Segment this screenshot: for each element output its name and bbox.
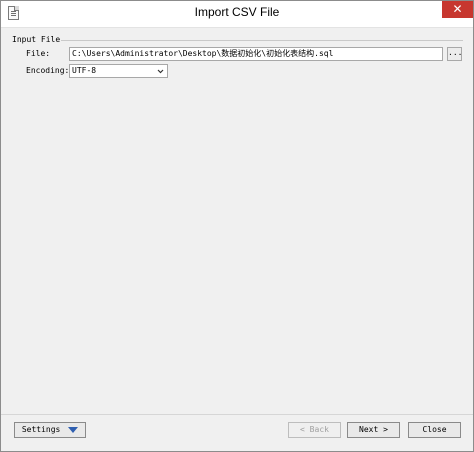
chevron-down-icon	[157, 69, 164, 74]
group-divider	[61, 40, 463, 41]
back-button[interactable]: < Back	[288, 422, 341, 438]
file-label: File:	[26, 49, 51, 58]
encoding-value: UTF-8	[72, 66, 97, 75]
import-csv-dialog: Import CSV File ✕ Input File File: C:\Us…	[0, 0, 474, 452]
settings-label: Settings	[21, 425, 61, 434]
input-file-group-label: Input File	[12, 35, 64, 44]
encoding-label: Encoding:	[26, 66, 70, 75]
browse-button[interactable]: ...	[447, 47, 462, 61]
file-path-field[interactable]: C:\Users\Administrator\Desktop\数据初始化\初始化…	[69, 47, 443, 61]
encoding-select[interactable]: UTF-8	[69, 64, 168, 78]
settings-button[interactable]: Settings	[14, 422, 86, 438]
next-button[interactable]: Next >	[347, 422, 400, 438]
title-bar: Import CSV File ✕	[1, 1, 473, 28]
footer-divider	[1, 414, 473, 415]
triangle-down-icon	[68, 426, 79, 433]
close-button[interactable]: Close	[408, 422, 461, 438]
window-title: Import CSV File	[194, 5, 280, 19]
window-close-button[interactable]: ✕	[442, 1, 473, 18]
